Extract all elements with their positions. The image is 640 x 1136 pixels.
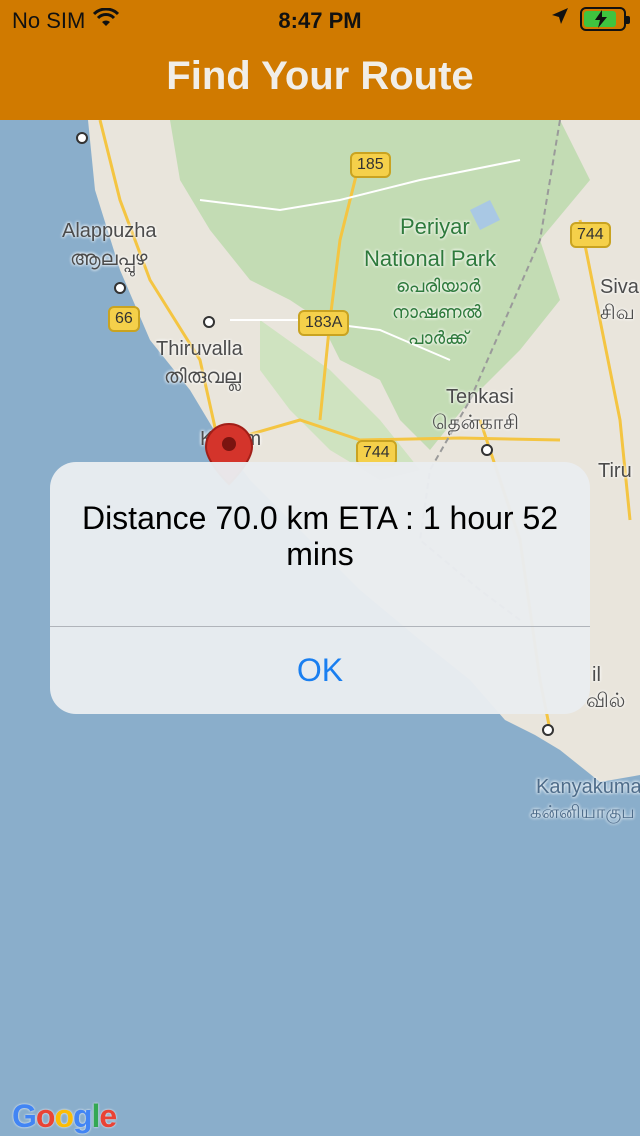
- city-marker: [114, 282, 126, 294]
- map-label-tenkasi-ta: தென்காசி: [432, 412, 519, 434]
- city-marker: [203, 316, 215, 328]
- location-arrow-icon: [550, 6, 570, 32]
- nav-bar: Find Your Route: [0, 40, 640, 120]
- city-marker: [481, 444, 493, 456]
- route-shield-66: 66: [108, 306, 140, 332]
- map-label-sivakasi: Siva: [600, 276, 639, 298]
- google-logo: Google: [12, 1098, 117, 1134]
- map-label-alappuzha: Alappuzha: [62, 220, 157, 242]
- map-label-periyar: Periyar: [400, 214, 470, 239]
- map-label-thiruvalla-ml: തിരുവല്ല: [164, 366, 241, 388]
- route-shield-183a: 183A: [298, 310, 350, 336]
- map-label-periyar-ml-2: നാഷണൽ: [392, 302, 482, 322]
- battery-icon: [580, 7, 630, 31]
- status-bar: No SIM 8:47 PM: [0, 0, 640, 40]
- alert-message: Distance 70.0 km ETA : 1 hour 52 mins: [81, 500, 559, 572]
- status-right: [550, 6, 630, 32]
- alert-ok-button[interactable]: OK: [50, 627, 590, 714]
- map-label-tenkasi: Tenkasi: [446, 386, 514, 408]
- map-label-periyar-ml-3: പാർക്ക്: [408, 328, 469, 348]
- city-marker: [76, 132, 88, 144]
- city-marker: [542, 724, 554, 736]
- map-label-nagercoil: il: [592, 664, 601, 686]
- map-label-thiruvalla: Thiruvalla: [156, 338, 243, 360]
- map-label-alappuzha-ml: ആലപ്പുഴ: [70, 248, 148, 270]
- map-label-kanyakumari-ta: கன்னியாகுப: [530, 802, 635, 822]
- map-label-kanyakumari: Kanyakuma: [536, 776, 640, 798]
- page-title: Find Your Route: [166, 54, 474, 98]
- eta-alert-dialog: Distance 70.0 km ETA : 1 hour 52 mins OK: [50, 462, 590, 714]
- route-shield-744-north: 744: [570, 222, 611, 248]
- map-label-nagercoil-ta: வில்: [586, 690, 626, 712]
- map-label-sivakasi-ta: சிவ: [600, 302, 635, 324]
- map-label-periyar-ml-1: പെരിയാർ: [396, 276, 481, 296]
- status-time: 8:47 PM: [278, 8, 362, 33]
- map-label-periyar-park: National Park: [364, 246, 497, 271]
- route-shield-185: 185: [350, 152, 391, 178]
- map-label-tiru: Tiru: [598, 460, 632, 482]
